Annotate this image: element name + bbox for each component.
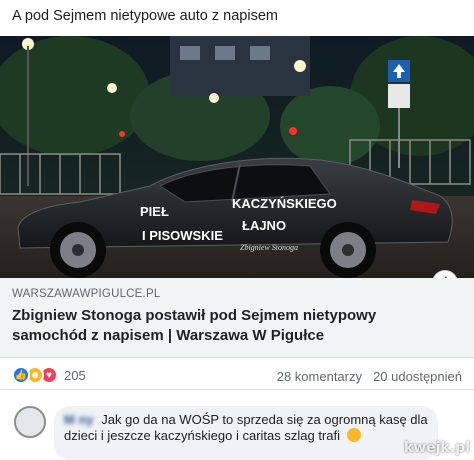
grinning-emoji-icon	[346, 428, 361, 442]
car-text-line4: ŁAJNO	[242, 218, 286, 233]
link-preview-card[interactable]: WARSZAWAWPIGULCE.PL Zbigniew Stonoga pos…	[0, 278, 474, 358]
link-domain: WARSZAWAWPIGULCE.PL	[12, 288, 161, 300]
comment-text: Jak go da na WOŚP to sprzeda się za ogro…	[64, 412, 428, 443]
car-photo-image: PIEŁ KACZYŃSKIEGO I PISOWSKIE ŁAJNO Zbig…	[0, 36, 474, 278]
car-text-line2: KACZYŃSKIEGO	[232, 196, 337, 211]
comments-count-link[interactable]: 28 komentarzy	[277, 369, 362, 384]
link-title[interactable]: Zbigniew Stonoga postawił pod Sejmem nie…	[12, 306, 452, 346]
post-photo[interactable]: PIEŁ KACZYŃSKIEGO I PISOWSKIE ŁAJNO Zbig…	[0, 36, 474, 278]
car-signature: Zbigniew Stonoga	[240, 243, 298, 252]
reactions-summary[interactable]: 👍 ☻ ♥ 205	[12, 366, 86, 384]
comment-item: M ny Jak go da na WOŚP to sprzeda się za…	[0, 398, 474, 460]
site-watermark: kwejk.pl	[404, 440, 470, 456]
post-text: A pod Sejmem nietypowe auto z napisem	[12, 8, 278, 24]
comment-bubble: M ny Jak go da na WOŚP to sprzeda się za…	[54, 406, 438, 460]
like-reaction-icon: 👍	[12, 366, 30, 384]
post-stats-bar: 👍 ☻ ♥ 205 28 komentarzy 20 udostępnień	[0, 362, 474, 390]
car-text-line3: I PISOWSKIE	[142, 228, 223, 243]
avatar[interactable]	[14, 406, 46, 438]
car-text-line1: PIEŁ	[140, 204, 169, 219]
reaction-count: 205	[64, 367, 86, 383]
comment-author[interactable]: M ny	[64, 412, 94, 427]
shares-count-link[interactable]: 20 udostępnień	[373, 369, 462, 384]
